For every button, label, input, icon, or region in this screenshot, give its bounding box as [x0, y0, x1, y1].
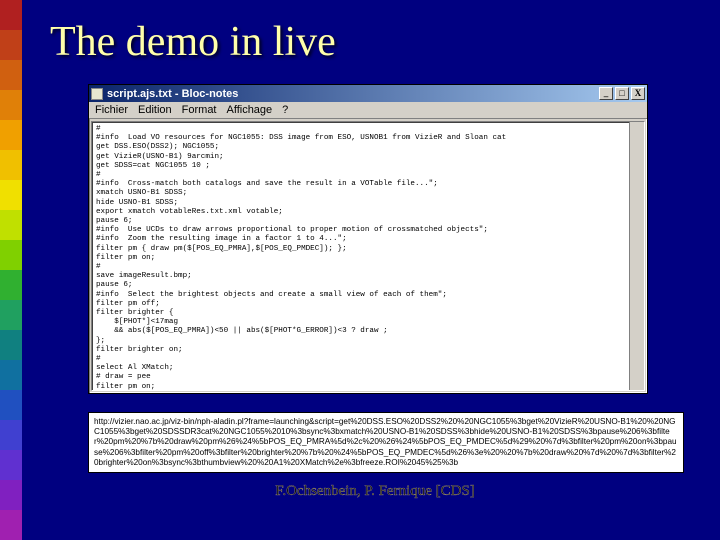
menubar: Fichier Edition Format Affichage ? — [89, 102, 647, 119]
notepad-window: script.ajs.txt - Bloc-notes _ □ X Fichie… — [88, 84, 648, 394]
editor-content[interactable]: # #info Load VO resources for NGC1055: D… — [91, 121, 645, 391]
minimize-button[interactable]: _ — [599, 87, 613, 100]
slide-footer: F.Ochsenbein, P. Fernique [CDS] — [50, 483, 700, 500]
page-title: The demo in live — [50, 18, 700, 66]
menu-edit[interactable]: Edition — [138, 104, 172, 116]
window-title: script.ajs.txt - Bloc-notes — [107, 88, 597, 100]
menu-help[interactable]: ? — [282, 104, 288, 116]
window-titlebar: script.ajs.txt - Bloc-notes _ □ X — [89, 85, 647, 102]
menu-view[interactable]: Affichage — [227, 104, 273, 116]
url-box: http://vizier.nao.ac.jp/viz-bin/nph-alad… — [88, 412, 684, 473]
editor-frame: # #info Load VO resources for NGC1055: D… — [89, 119, 647, 393]
notepad-icon — [91, 88, 103, 100]
close-button[interactable]: X — [631, 87, 645, 100]
rainbow-stripe — [0, 0, 22, 540]
menu-format[interactable]: Format — [182, 104, 217, 116]
menu-file[interactable]: Fichier — [95, 104, 128, 116]
maximize-button[interactable]: □ — [615, 87, 629, 100]
slide-area: The demo in live script.ajs.txt - Bloc-n… — [22, 0, 720, 540]
